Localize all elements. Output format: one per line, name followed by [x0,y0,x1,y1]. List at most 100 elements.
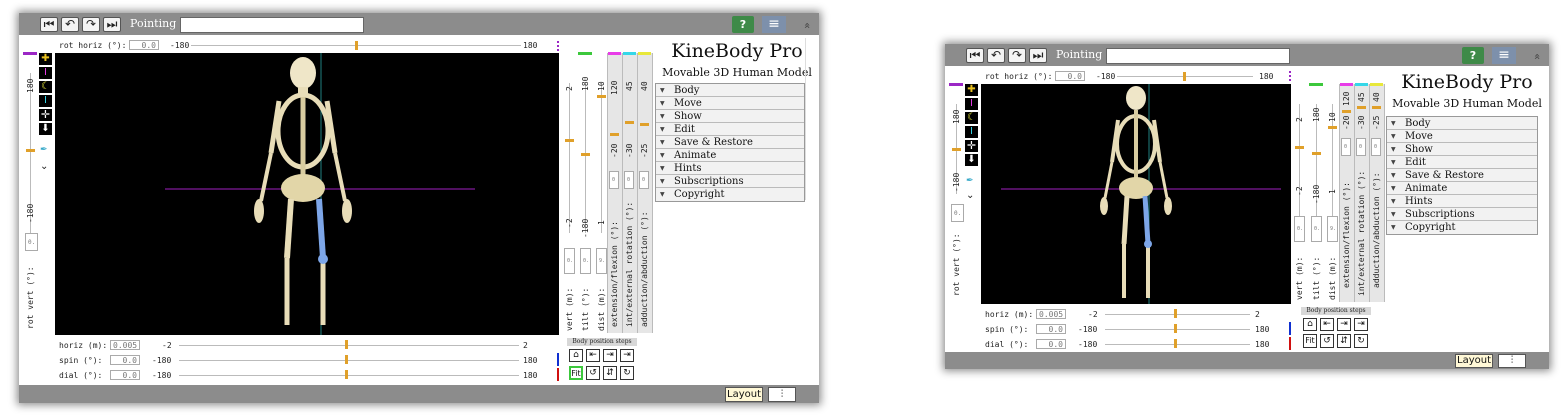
rot-horiz-thumb[interactable] [355,41,358,50]
depth-axis-icon[interactable]: Ⅰ [965,126,978,138]
menu-item-edit[interactable]: ▼ Edit [1387,156,1537,169]
undo-button[interactable]: ↶ [987,48,1005,63]
rotate-arc-icon[interactable]: ☾ [39,81,52,93]
pointing-at-input[interactable] [1106,48,1290,64]
reset-first-button[interactable]: ⏮ [966,48,984,63]
menu-item-body[interactable]: ▼ Body [1387,117,1537,130]
axis-move-icon[interactable]: ✚ [39,53,52,65]
spin-track[interactable] [179,360,519,361]
spin-input[interactable] [110,355,140,365]
dial-thumb[interactable] [1174,339,1177,348]
menu-item-show[interactable]: ▼ Show [1387,143,1537,156]
tilt-track[interactable] [1316,104,1317,224]
tilt-track[interactable] [585,83,586,233]
flip-button[interactable]: ⇵ [603,366,617,380]
down-arrow-icon[interactable]: ⬇ [39,123,52,135]
collapse-icon[interactable]: « [801,22,814,29]
redo-last-button[interactable]: ⏭ [103,17,121,32]
rotate-cw-button[interactable]: ↻ [620,366,634,380]
rot-vert-input[interactable] [25,233,38,251]
tilt-thumb[interactable] [581,153,590,156]
step-right-button[interactable]: ⇥ [620,349,634,362]
menu-button[interactable]: ≡ [762,16,786,33]
vert-thumb[interactable] [565,139,574,142]
menu-item-hints[interactable]: ▼ Hints [1387,195,1537,208]
pan-cross-icon[interactable]: ✛ [39,109,52,121]
horiz-input[interactable] [110,340,140,350]
spin-thumb[interactable] [345,355,348,364]
dist-input[interactable] [596,248,607,274]
rotation-input[interactable] [624,171,634,189]
step-left-button[interactable]: ⇤ [586,349,600,362]
rot-horiz-input[interactable] [129,40,159,50]
rotate-ccw-button[interactable]: ↺ [1320,334,1334,348]
redo-last-button[interactable]: ⏭ [1029,48,1047,63]
layout-button[interactable]: Layout [1455,354,1493,368]
tilt-input[interactable] [1311,216,1322,242]
down-arrow-icon[interactable]: ⬇ [965,154,978,166]
extension-input[interactable] [609,171,619,189]
horiz-input[interactable] [1036,309,1066,319]
menu-item-body[interactable]: ▼ Body [656,84,804,97]
axis-move-icon[interactable]: ✚ [965,84,978,96]
fit-button[interactable]: Fit [569,366,583,380]
menu-item-subscriptions[interactable]: ▼ Subscriptions [656,175,804,188]
extension-input[interactable] [1341,138,1351,156]
menu-item-move[interactable]: ▼ Move [656,97,804,110]
vert-thumb[interactable] [1295,146,1304,149]
vertical-axis-icon[interactable]: Ⅰ [965,98,978,110]
extension-thumb[interactable] [610,133,619,136]
horiz-track[interactable] [179,345,519,346]
menu-item-save-restore[interactable]: ▼ Save & Restore [1387,169,1537,182]
vert-track[interactable] [569,83,570,233]
chevron-down-icon[interactable]: ⌄ [966,190,976,201]
home-button[interactable]: ⌂ [1303,318,1317,331]
reset-first-button[interactable]: ⏮ [40,17,58,32]
vert-input[interactable] [1294,216,1305,242]
spin-thumb[interactable] [1174,324,1177,333]
dial-track[interactable] [1105,344,1250,345]
depth-axis-icon[interactable]: Ⅰ [39,95,52,107]
menu-item-copyright[interactable]: ▼ Copyright [1387,221,1537,234]
vertical-axis-icon[interactable]: Ⅰ [39,67,52,79]
menu-item-save-restore[interactable]: ▼ Save & Restore [656,136,804,149]
settings-adjust-button[interactable]: ⫶ [768,387,796,402]
menu-button[interactable]: ≡ [1492,47,1516,64]
pointing-at-input[interactable] [180,17,364,33]
spin-track[interactable] [1105,329,1250,330]
spin-input[interactable] [1036,324,1066,334]
rot-vert-input[interactable] [951,204,964,222]
step-right-button[interactable]: ⇥ [1354,318,1368,331]
dist-thumb[interactable] [597,95,606,98]
fit-button[interactable]: Fit [1303,334,1317,348]
horiz-thumb[interactable] [1174,309,1177,318]
vert-track[interactable] [1299,104,1300,224]
vert-input[interactable] [564,248,575,274]
menu-item-edit[interactable]: ▼ Edit [656,123,804,136]
menu-item-show[interactable]: ▼ Show [656,110,804,123]
dial-input[interactable] [110,370,140,380]
rotate-arc-icon[interactable]: ☾ [965,112,978,124]
menu-item-animate[interactable]: ▼ Animate [656,149,804,162]
rot-vert-thumb[interactable] [26,149,35,152]
rot-vert-thumb[interactable] [952,148,961,151]
menu-item-hints[interactable]: ▼ Hints [656,162,804,175]
menu-item-subscriptions[interactable]: ▼ Subscriptions [1387,208,1537,221]
dist-track[interactable] [601,83,602,233]
redo-button[interactable]: ↷ [1008,48,1026,63]
step-forward-button[interactable]: ⇥ [603,349,617,362]
3d-viewport[interactable] [55,53,559,335]
undo-button[interactable]: ↶ [61,17,79,32]
menu-item-copyright[interactable]: ▼ Copyright [656,188,804,201]
skeleton-model[interactable] [55,53,559,335]
3d-viewport[interactable] [981,84,1291,304]
abduction-input[interactable] [1371,138,1381,156]
horiz-thumb[interactable] [345,340,348,349]
tilt-thumb[interactable] [1312,152,1321,155]
abduction-thumb[interactable] [1372,106,1381,109]
dial-input[interactable] [1036,339,1066,349]
help-button[interactable]: ? [732,16,754,33]
pan-cross-icon[interactable]: ✛ [965,140,978,152]
step-forward-button[interactable]: ⇥ [1337,318,1351,331]
help-button[interactable]: ? [1462,47,1484,64]
